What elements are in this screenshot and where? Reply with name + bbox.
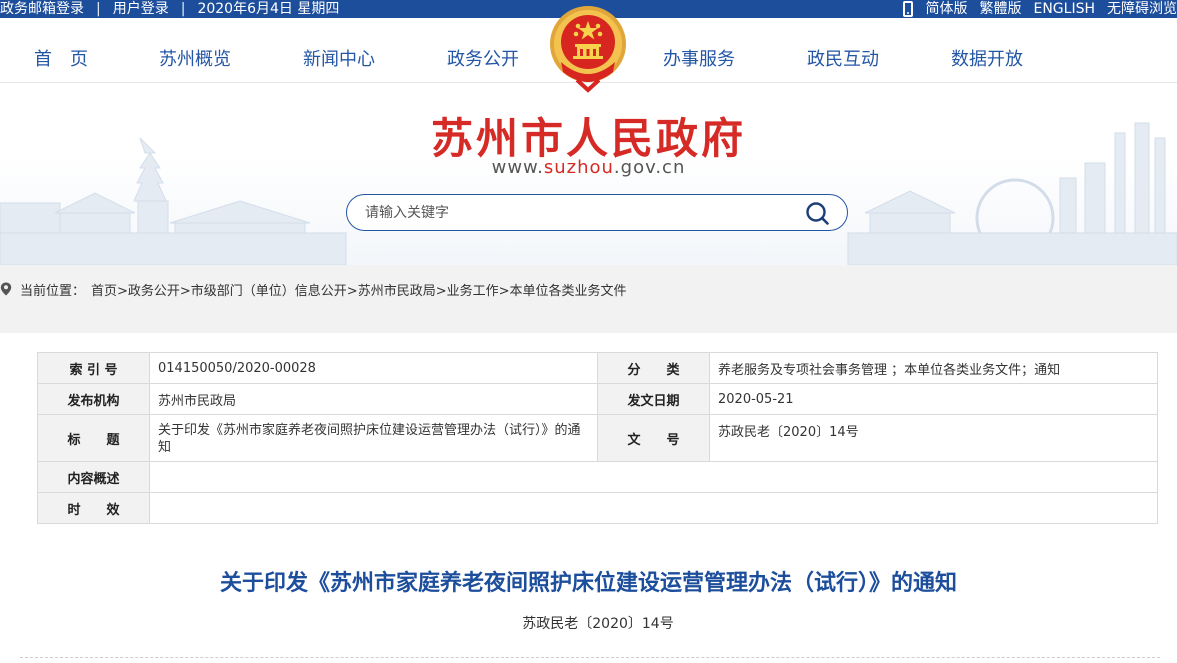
user-login-link[interactable]: 用户登录	[113, 0, 169, 18]
index-number-value: 014150050/2020-00028	[149, 352, 598, 384]
document-title: 关于印发《苏州市家庭养老夜间照护床位建设运营管理办法（试行）》的通知	[219, 571, 957, 596]
nav-item-overview[interactable]: 苏州概览	[159, 45, 231, 71]
document-number-label: 文 号	[597, 414, 710, 462]
table-row: 发布机构 苏州市民政局 发文日期 2020-05-21	[37, 383, 1158, 415]
top-bar-left: 政务邮箱登录 | 用户登录 | 2020年6月4日 星期四	[0, 0, 339, 18]
mail-login-link[interactable]: 政务邮箱登录	[0, 0, 84, 18]
nav-item-open-data[interactable]: 数据开放	[951, 45, 1023, 71]
table-row: 索 引 号 014150050/2020-00028 分 类 养老服务及专项社会…	[37, 352, 1158, 384]
top-bar-right: 简体版 繁體版 ENGLISH 无障碍浏览	[903, 0, 1177, 18]
nav-item-news[interactable]: 新闻中心	[303, 45, 375, 71]
search-input[interactable]	[365, 202, 785, 224]
traditional-chinese-link[interactable]: 繁體版	[979, 0, 1021, 18]
location-pin-icon	[0, 282, 12, 296]
document-number-value: 苏政民老〔2020〕14号	[709, 414, 1158, 462]
nav-item-interaction[interactable]: 政民互动	[807, 45, 879, 71]
validity-value	[149, 492, 1158, 524]
summary-label: 内容概述	[37, 461, 150, 493]
accessible-browse-link[interactable]: 无障碍浏览	[1107, 0, 1177, 18]
title-label: 标 题	[37, 414, 150, 462]
nav-item-home[interactable]: 首 页	[34, 45, 88, 71]
title-value: 关于印发《苏州市家庭养老夜间照护床位建设运营管理办法（试行）》的通知	[149, 414, 598, 462]
site-url-domain: suzhou	[543, 157, 614, 178]
summary-value	[149, 461, 1158, 493]
english-link[interactable]: ENGLISH	[1033, 0, 1095, 18]
table-row: 内容概述	[37, 461, 1158, 493]
nav-item-gov-affairs[interactable]: 政务公开	[447, 45, 519, 71]
national-emblem-icon[interactable]	[547, 2, 629, 94]
simplified-chinese-link[interactable]: 简体版	[925, 0, 967, 18]
current-date: 2020年6月4日 星期四	[197, 1, 340, 17]
validity-label: 时 效	[37, 492, 150, 524]
site-url: www.suzhou.gov.cn	[0, 157, 1177, 178]
breadcrumb-path[interactable]: 首页>政务公开>市级部门（单位）信息公开>苏州市民政局>业务工作>本单位各类业务…	[91, 280, 626, 299]
site-url-suffix: .gov.cn	[613, 157, 686, 178]
divider	[20, 657, 1160, 658]
document-number: 苏政民老〔2020〕14号	[522, 616, 674, 632]
nav-item-services[interactable]: 办事服务	[663, 45, 735, 71]
site-banner: 苏州市人民政府 www.suzhou.gov.cn	[0, 83, 1177, 265]
breadcrumb: 当前位置： 首页>政务公开>市级部门（单位）信息公开>苏州市民政局>业务工作>本…	[0, 279, 626, 299]
issue-date-value: 2020-05-21	[709, 383, 1158, 415]
search-box	[346, 194, 848, 231]
issue-date-label: 发文日期	[597, 383, 710, 415]
separator: |	[96, 1, 101, 17]
category-value: 养老服务及专项社会事务管理 ；本单位各类业务文件；通知	[709, 352, 1158, 384]
table-row: 标 题 关于印发《苏州市家庭养老夜间照护床位建设运营管理办法（试行）》的通知 文…	[37, 414, 1158, 462]
site-url-prefix: www.	[491, 157, 544, 178]
breadcrumb-label: 当前位置：	[20, 283, 86, 299]
document-info-table: 索 引 号 014150050/2020-00028 分 类 养老服务及专项社会…	[37, 352, 1158, 524]
category-label: 分 类	[597, 352, 710, 384]
publisher-label: 发布机构	[37, 383, 150, 415]
publisher-value: 苏州市民政局	[149, 383, 598, 415]
mobile-phone-icon[interactable]	[903, 1, 914, 17]
separator: |	[180, 1, 186, 17]
search-icon[interactable]	[805, 201, 829, 225]
index-number-label: 索 引 号	[37, 352, 150, 384]
table-row: 时 效	[37, 492, 1158, 524]
breadcrumb-bar: 当前位置： 首页>政务公开>市级部门（单位）信息公开>苏州市民政局>业务工作>本…	[0, 265, 1177, 333]
